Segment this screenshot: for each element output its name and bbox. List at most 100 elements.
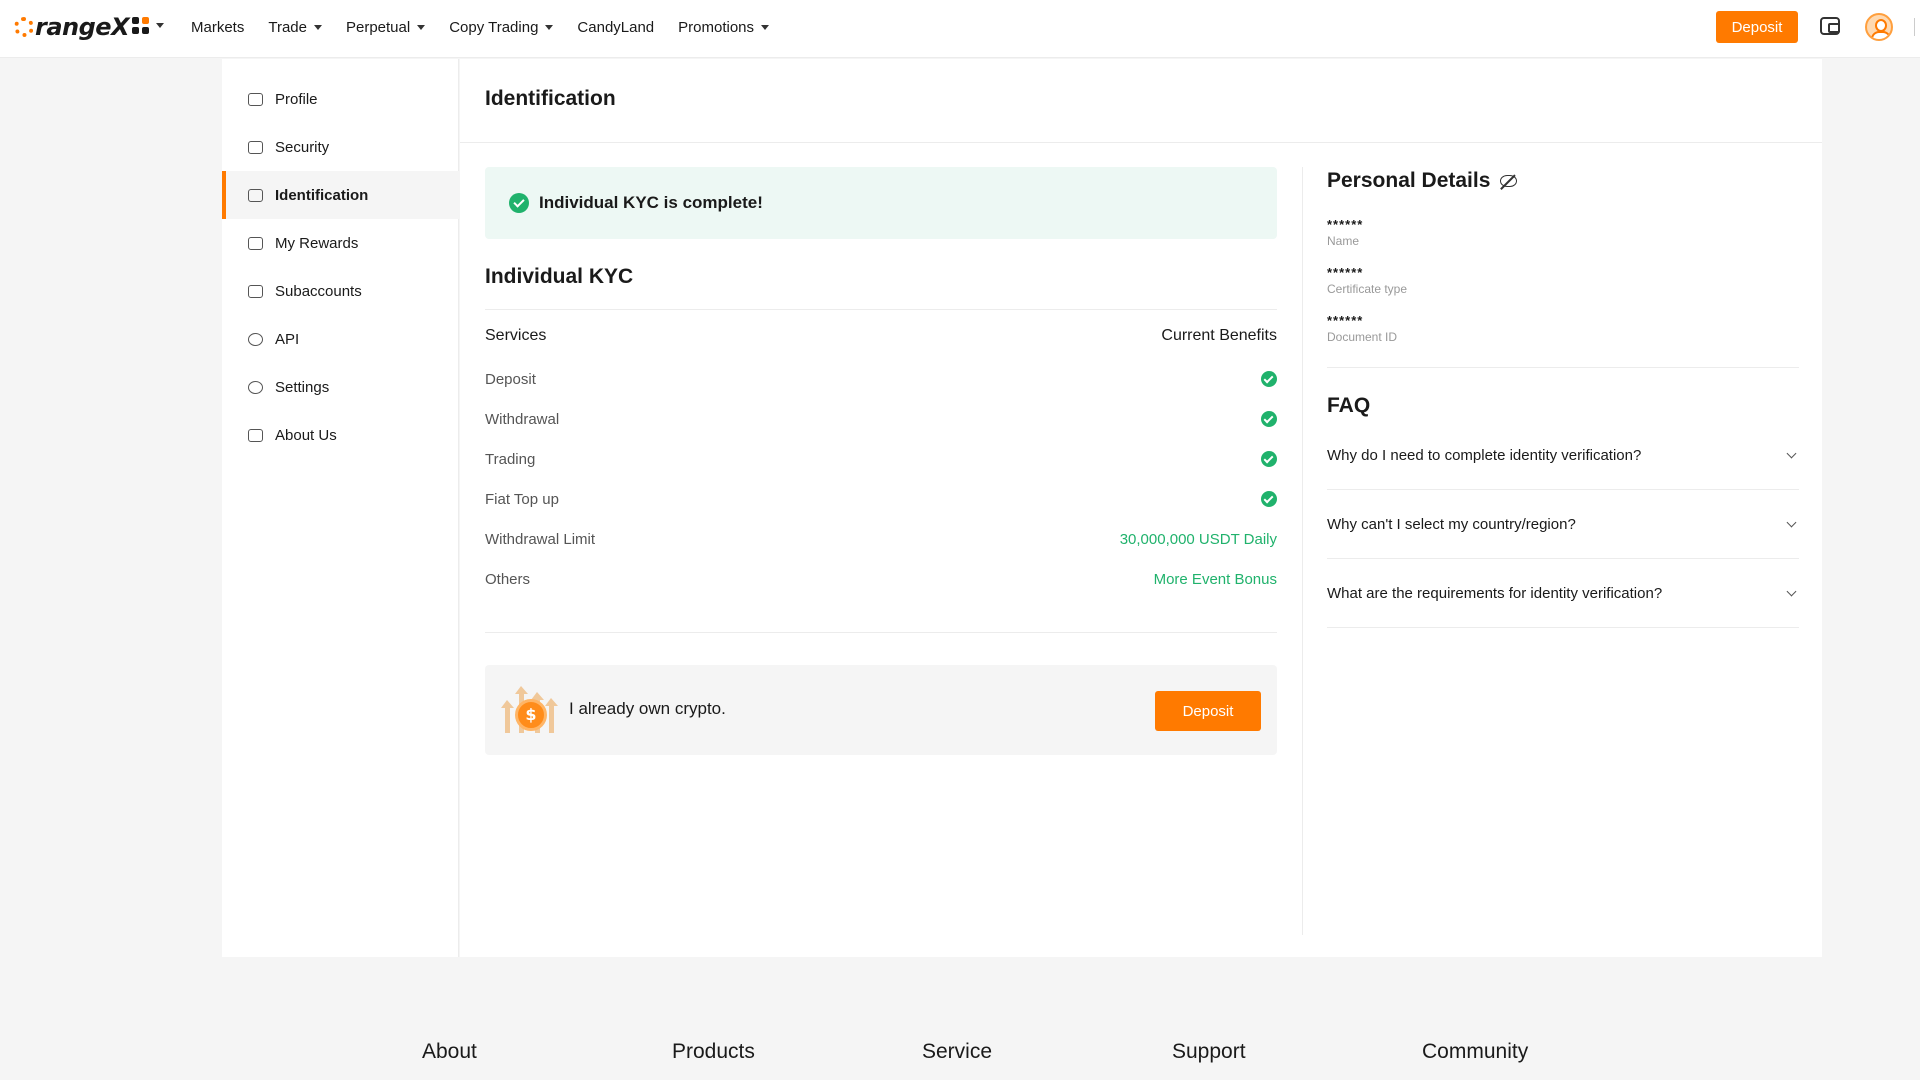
kyc-complete-banner: Individual KYC is complete! <box>485 167 1277 239</box>
chevron-down-icon <box>761 24 770 30</box>
divider <box>485 309 1277 310</box>
check-circle-icon <box>509 193 529 213</box>
check-circle-icon <box>1261 371 1277 387</box>
services-header: Services <box>485 327 547 344</box>
gift-icon <box>248 236 263 250</box>
monitor-icon <box>248 428 263 442</box>
masked-value: ****** <box>1327 217 1364 232</box>
nav-perpetual[interactable]: Perpetual <box>346 19 426 36</box>
benefits-header: Current Benefits <box>1161 327 1277 344</box>
check-circle-icon <box>1261 491 1277 507</box>
faq-question: What are the requirements for identity v… <box>1327 584 1663 602</box>
service-row-fiat-top-up: Fiat Top up <box>485 487 1277 511</box>
chevron-down-icon <box>1786 586 1797 596</box>
sidebar-item-security[interactable]: Security <box>222 123 459 171</box>
footer-heading-service: Service <box>922 1040 993 1063</box>
avatar[interactable] <box>1865 13 1893 41</box>
faq-question: Why can't I select my country/region? <box>1327 515 1576 533</box>
service-label: Trading <box>485 450 536 468</box>
apps-menu-button[interactable] <box>132 17 164 34</box>
profile-icon <box>248 92 263 106</box>
link-icon <box>248 332 263 346</box>
chevron-down-icon <box>545 24 554 30</box>
apps-grid-icon <box>132 17 149 34</box>
field-label: Name <box>1327 234 1360 248</box>
service-row-trading: Trading <box>485 447 1277 471</box>
identification-panel: Identification Individual KYC is complet… <box>460 59 1822 957</box>
service-row-withdrawal: Withdrawal <box>485 407 1277 431</box>
page-title: Identification <box>485 87 616 110</box>
footer-heading-community: Community <box>1422 1040 1529 1063</box>
check-circle-icon <box>1261 411 1277 427</box>
id-card-icon <box>248 188 263 202</box>
chevron-down-icon <box>1786 448 1797 458</box>
eye-off-icon[interactable] <box>1500 175 1518 187</box>
kyc-section-title: Individual KYC <box>485 265 634 288</box>
top-navigation-bar: rangeX Markets Trade Perpetual Copy Trad… <box>0 0 1920 58</box>
faq-question: Why do I need to complete identity verif… <box>1327 446 1642 464</box>
sidebar-item-profile[interactable]: Profile <box>222 75 459 123</box>
withdrawal-limit-value: 30,000,000 USDT Daily <box>1119 530 1277 548</box>
nav-markets[interactable]: Markets <box>191 19 244 36</box>
service-label: Others <box>485 570 531 588</box>
nav-candyland[interactable]: CandyLand <box>577 19 654 36</box>
footer-heading-support: Support <box>1172 1040 1246 1063</box>
field-label: Certificate type <box>1327 282 1408 296</box>
services-table-header: Services Current Benefits <box>485 327 1277 345</box>
chevron-down-icon <box>1786 517 1797 527</box>
divider <box>485 632 1277 633</box>
personal-detail-name: ****** Name <box>1327 217 1363 248</box>
footer-heading-about: About <box>422 1040 477 1063</box>
footer: About Products Service Support Community <box>0 958 1920 1080</box>
service-row-deposit: Deposit <box>485 367 1277 391</box>
service-row-withdrawal-limit: Withdrawal Limit 30,000,000 USDT Daily <box>485 527 1277 551</box>
divider <box>1327 367 1799 368</box>
masked-value: ****** <box>1327 313 1364 328</box>
faq-item[interactable]: Why do I need to complete identity verif… <box>1327 421 1799 490</box>
sidebar-item-about-us[interactable]: About Us <box>222 411 459 459</box>
header-deposit-button[interactable]: Deposit <box>1716 11 1798 43</box>
footer-heading-products: Products <box>672 1040 755 1063</box>
service-row-others: Others More Event Bonus <box>485 567 1277 591</box>
nav-promotions[interactable]: Promotions <box>678 19 770 36</box>
divider <box>460 142 1822 143</box>
deposit-button[interactable]: Deposit <box>1155 691 1261 731</box>
org-chart-icon <box>248 284 263 298</box>
column-divider <box>1302 167 1303 935</box>
own-crypto-text: I already own crypto. <box>569 699 726 718</box>
sidebar-item-identification[interactable]: Identification <box>222 171 459 219</box>
header-divider <box>1914 18 1915 36</box>
check-circle-icon <box>1261 451 1277 467</box>
service-label: Withdrawal Limit <box>485 530 596 548</box>
nav-copy-trading[interactable]: Copy Trading <box>449 19 554 36</box>
lock-icon <box>248 140 263 154</box>
logo-text: rangeX <box>35 13 130 41</box>
logo-o-icon <box>14 17 34 37</box>
service-label: Fiat Top up <box>485 490 559 508</box>
coin-icon: $ <box>515 699 547 731</box>
gear-icon <box>248 380 263 394</box>
account-sidebar: Profile Security Identification My Rewar… <box>222 59 459 957</box>
orangex-logo[interactable]: rangeX <box>14 13 130 41</box>
field-label: Document ID <box>1327 330 1398 344</box>
nav-trade[interactable]: Trade <box>268 19 322 36</box>
main-nav: Markets Trade Perpetual Copy Trading Can… <box>191 0 793 54</box>
chevron-down-icon <box>156 23 164 28</box>
wallet-icon[interactable] <box>1820 17 1840 35</box>
masked-value: ****** <box>1327 265 1364 280</box>
faq-item[interactable]: What are the requirements for identity v… <box>1327 559 1799 628</box>
faq-item[interactable]: Why can't I select my country/region? <box>1327 490 1799 559</box>
sidebar-item-subaccounts[interactable]: Subaccounts <box>222 267 459 315</box>
sidebar-item-my-rewards[interactable]: My Rewards <box>222 219 459 267</box>
chevron-down-icon <box>313 24 322 30</box>
chevron-down-icon <box>417 24 426 30</box>
personal-details-title: Personal Details <box>1327 169 1518 193</box>
service-label: Withdrawal <box>485 410 560 428</box>
own-crypto-card: $ I already own crypto. Deposit <box>485 665 1277 755</box>
kyc-status-text: Individual KYC is complete! <box>539 193 763 212</box>
others-benefit-value: More Event Bonus <box>1153 570 1277 588</box>
faq-title: FAQ <box>1327 394 1371 417</box>
coin-growth-illustration: $ <box>501 685 559 735</box>
sidebar-item-api[interactable]: API <box>222 315 459 363</box>
sidebar-item-settings[interactable]: Settings <box>222 363 459 411</box>
